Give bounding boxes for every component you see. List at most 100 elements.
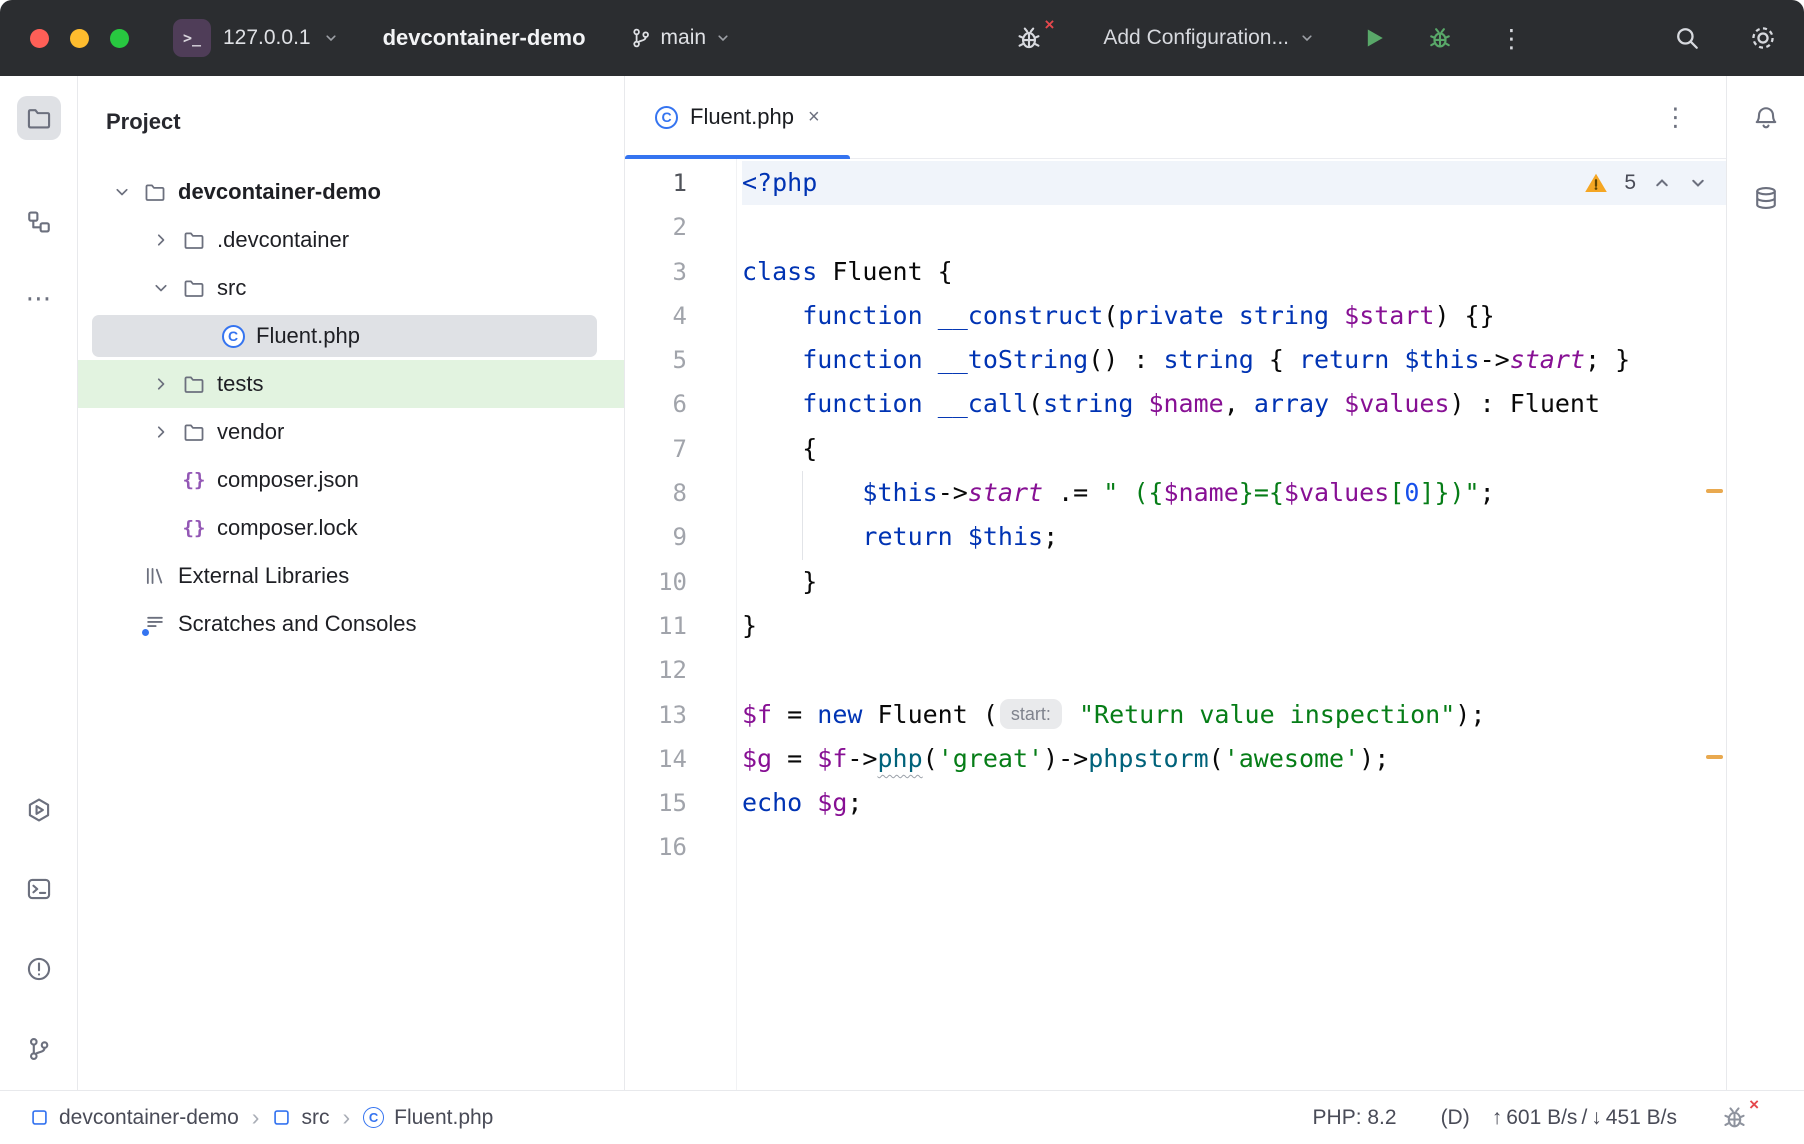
project-panel: Project devcontainer-demo.devcontainersr… bbox=[78, 76, 625, 1090]
code-token: echo bbox=[742, 788, 802, 817]
previous-problem-chevron-up-icon[interactable] bbox=[1652, 173, 1672, 193]
version-control-tool-button[interactable] bbox=[17, 1027, 61, 1071]
folder-icon bbox=[181, 229, 207, 251]
code-line-11[interactable]: } bbox=[742, 604, 1726, 648]
breadcrumb-separator: › bbox=[342, 1104, 350, 1131]
settings-button[interactable] bbox=[1750, 25, 1776, 51]
minimize-window-button[interactable] bbox=[70, 29, 89, 48]
line-number: 2 bbox=[625, 205, 736, 249]
zoom-window-button[interactable] bbox=[110, 29, 129, 48]
code-token bbox=[742, 301, 802, 330]
chevron-right-icon[interactable] bbox=[147, 422, 175, 442]
run-configuration-selector[interactable]: Add Configuration... bbox=[1103, 26, 1315, 50]
bug-icon bbox=[1721, 1104, 1748, 1131]
close-tab-icon[interactable]: × bbox=[808, 106, 820, 129]
code-line-8[interactable]: $this->start .= " ({$name}={$values[0]})… bbox=[742, 471, 1726, 515]
more-actions-kebab-icon[interactable]: ⋮ bbox=[1499, 24, 1524, 53]
chevron-down-icon[interactable] bbox=[108, 182, 136, 202]
debug-listener-toggle[interactable]: × bbox=[1015, 24, 1043, 52]
code-line-9[interactable]: return $this; bbox=[742, 515, 1726, 559]
editor-gutter[interactable]: 12345678910111213141516 bbox=[625, 159, 736, 1090]
code-token: return bbox=[1299, 345, 1389, 374]
breadcrumb-src[interactable]: src bbox=[272, 1106, 329, 1130]
debugger-disconnected-button[interactable]: × bbox=[1721, 1104, 1748, 1131]
more-tool-windows-button[interactable]: ⋯ bbox=[17, 277, 61, 321]
code-token: array bbox=[1254, 389, 1329, 418]
tree-item-fluent-php[interactable]: CFluent.php bbox=[78, 312, 624, 360]
code-token: 0 bbox=[1404, 478, 1419, 507]
scrollbar-warning-mark[interactable] bbox=[1706, 489, 1723, 493]
tree-item-devcontainer[interactable]: .devcontainer bbox=[78, 216, 624, 264]
code-line-3[interactable]: class Fluent { bbox=[742, 250, 1726, 294]
breadcrumb-fluent-php[interactable]: CFluent.php bbox=[363, 1106, 493, 1130]
breadcrumb-devcontainer-demo[interactable]: devcontainer-demo bbox=[30, 1106, 239, 1130]
inspections-widget[interactable]: 5 bbox=[1584, 171, 1708, 195]
module-icon bbox=[30, 1108, 49, 1127]
terminal-tool-button[interactable] bbox=[17, 867, 61, 911]
download-arrow-icon: ↓ bbox=[1591, 1106, 1602, 1130]
code-token bbox=[1329, 301, 1344, 330]
chevron-right-icon[interactable] bbox=[147, 374, 175, 394]
tree-item-label: External Libraries bbox=[178, 563, 349, 589]
branch-selector[interactable]: main bbox=[630, 26, 732, 50]
code-line-10[interactable]: } bbox=[742, 560, 1726, 604]
window-controls bbox=[0, 29, 157, 48]
code-editor[interactable]: <?php class Fluent { function __construct… bbox=[736, 159, 1726, 1090]
warning-count: 5 bbox=[1624, 171, 1636, 195]
tree-item-devcontainer-demo[interactable]: devcontainer-demo bbox=[78, 168, 624, 216]
code-line-1[interactable]: <?php bbox=[742, 161, 1726, 205]
line-number: 16 bbox=[625, 825, 736, 869]
services-tool-button[interactable] bbox=[17, 788, 61, 832]
code-token: $this bbox=[1404, 345, 1479, 374]
search-everywhere-button[interactable] bbox=[1674, 25, 1700, 51]
code-line-5[interactable]: function __toString() : string { return … bbox=[742, 338, 1726, 382]
next-problem-chevron-down-icon[interactable] bbox=[1688, 173, 1708, 193]
code-line-14[interactable]: $g = $f->php('great')->phpstorm('awesome… bbox=[742, 737, 1726, 781]
warning-icon bbox=[1584, 171, 1608, 195]
folder-icon bbox=[181, 421, 207, 443]
tree-item-src[interactable]: src bbox=[78, 264, 624, 312]
code-line-4[interactable]: function __construct(private string $sta… bbox=[742, 294, 1726, 338]
tree-item-vendor[interactable]: vendor bbox=[78, 408, 624, 456]
close-window-button[interactable] bbox=[30, 29, 49, 48]
code-line-15[interactable]: echo $g; bbox=[742, 781, 1726, 825]
code-token: -> bbox=[847, 744, 877, 773]
download-rate: 451 B/s bbox=[1606, 1106, 1677, 1130]
code-line-6[interactable]: function __call(string $name, array $val… bbox=[742, 382, 1726, 426]
code-line-12[interactable] bbox=[742, 648, 1726, 692]
debug-button[interactable] bbox=[1427, 25, 1453, 51]
tree-item-scratches-and-consoles[interactable]: Scratches and Consoles bbox=[78, 600, 624, 648]
chevron-down-icon[interactable] bbox=[147, 278, 175, 298]
php-version-widget[interactable]: PHP: 8.2 bbox=[1313, 1106, 1397, 1130]
tree-item-external-libraries[interactable]: External Libraries bbox=[78, 552, 624, 600]
remote-connection-selector[interactable]: >_ 127.0.0.1 bbox=[173, 19, 339, 57]
code-token: = bbox=[772, 744, 817, 773]
upload-rate: 601 B/s bbox=[1506, 1106, 1577, 1130]
code-line-2[interactable] bbox=[742, 205, 1726, 249]
scrollbar-warning-mark[interactable] bbox=[1706, 755, 1723, 759]
editor-pane: C Fluent.php × ⋮ 12345678910111213141516… bbox=[625, 76, 1726, 1090]
run-button[interactable] bbox=[1361, 25, 1387, 51]
editor-tab-fluent-php[interactable]: C Fluent.php × bbox=[625, 76, 850, 158]
project-panel-title[interactable]: Project bbox=[78, 76, 624, 168]
tree-item-composer-json[interactable]: {}composer.json bbox=[78, 456, 624, 504]
code-token: __construct bbox=[938, 301, 1104, 330]
breadcrumbs: devcontainer-demo›src›CFluent.php bbox=[30, 1104, 493, 1131]
tree-item-tests[interactable]: tests bbox=[78, 360, 624, 408]
editor-options-kebab-icon[interactable]: ⋮ bbox=[1663, 103, 1688, 132]
notifications-button[interactable] bbox=[1744, 96, 1788, 140]
database-tool-button[interactable] bbox=[1744, 176, 1788, 220]
line-number: 15 bbox=[625, 781, 736, 825]
structure-tool-button[interactable] bbox=[17, 200, 61, 244]
code-line-13[interactable]: $f = new Fluent (start: "Return value in… bbox=[742, 693, 1726, 737]
chevron-right-icon[interactable] bbox=[147, 230, 175, 250]
code-line-7[interactable]: { bbox=[742, 427, 1726, 471]
problems-tool-button[interactable] bbox=[17, 947, 61, 991]
line-number: 10 bbox=[625, 560, 736, 604]
code-line-16[interactable] bbox=[742, 825, 1726, 869]
project-tool-button[interactable] bbox=[17, 96, 61, 140]
tree-item-label: Scratches and Consoles bbox=[178, 611, 416, 637]
code-token: $name bbox=[1148, 389, 1223, 418]
tree-item-composer-lock[interactable]: {}composer.lock bbox=[78, 504, 624, 552]
code-token: ]})" bbox=[1419, 478, 1479, 507]
